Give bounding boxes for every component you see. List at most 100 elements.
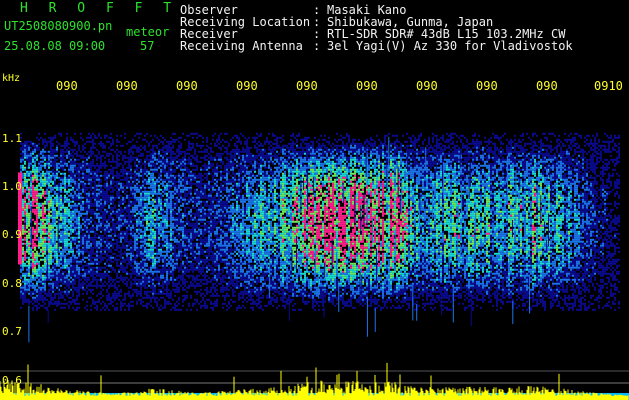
heatmap-cell: [152, 290, 154, 293]
heatmap-cell: [92, 132, 94, 135]
heatmap-cell: [120, 232, 122, 235]
heatmap-cell: [132, 268, 134, 271]
heatmap-cell: [116, 216, 118, 219]
heatmap-cell: [174, 288, 176, 291]
heatmap-cell: [60, 256, 62, 259]
heatmap-cell: [40, 238, 42, 241]
heatmap-cell: [44, 218, 46, 221]
heatmap-cell: [116, 286, 118, 289]
heatmap-cell: [162, 306, 164, 309]
heatmap-cell: [100, 190, 102, 193]
heatmap-cell: [100, 250, 102, 253]
heatmap-cell: [26, 246, 28, 249]
heatmap-cell: [86, 250, 88, 253]
heatmap-cell: [24, 150, 26, 153]
heatmap-cell: [64, 306, 66, 309]
heatmap-cell: [172, 268, 174, 271]
heatmap-cell: [94, 210, 96, 213]
heatmap-cell: [56, 166, 58, 169]
heatmap-cell: [134, 290, 136, 293]
heatmap-cell: [120, 252, 122, 255]
heatmap-cell: [180, 252, 182, 255]
heatmap-cell: [74, 218, 76, 221]
heatmap-cell: [94, 244, 96, 247]
heatmap-cell: [92, 190, 94, 193]
heatmap-cell: [142, 194, 144, 197]
heatmap-cell: [60, 194, 62, 197]
heatmap-cell: [166, 264, 168, 267]
heatmap-cell: [56, 272, 58, 275]
heatmap-cell: [104, 216, 106, 219]
heatmap-cell: [22, 260, 24, 263]
heatmap-cell: [90, 254, 92, 257]
heatmap-cell: [32, 252, 34, 255]
heatmap-cell: [70, 188, 72, 191]
heatmap-cell: [152, 186, 154, 189]
heatmap-cell: [112, 186, 114, 189]
heatmap-cell: [156, 162, 158, 165]
heatmap-cell: [180, 248, 182, 251]
heatmap-cell: [146, 262, 148, 265]
heatmap-cell: [46, 242, 48, 245]
heatmap-cell: [34, 230, 36, 233]
heatmap-cell: [132, 294, 134, 297]
heatmap-cell: [152, 164, 154, 167]
heatmap-cell: [42, 140, 44, 143]
heatmap-cell: [46, 250, 48, 253]
heatmap-cell: [180, 308, 182, 311]
heatmap-cell: [90, 260, 92, 263]
heatmap-cell: [62, 278, 64, 281]
heatmap-cell: [96, 282, 98, 285]
heatmap-cell: [154, 164, 156, 167]
heatmap-cell: [90, 268, 92, 271]
heatmap-cell: [180, 208, 182, 211]
heatmap-cell: [30, 184, 32, 187]
heatmap-cell: [54, 200, 56, 203]
heatmap-cell: [98, 208, 100, 211]
heatmap-cell: [174, 226, 176, 229]
heatmap-cell: [24, 262, 26, 265]
heatmap-cell: [20, 146, 22, 149]
heatmap-cell: [116, 186, 118, 189]
heatmap-cell: [112, 292, 114, 295]
heatmap-cell: [160, 268, 162, 271]
heatmap-cell: [24, 160, 26, 163]
heatmap-cell: [164, 276, 166, 279]
heatmap-cell: [140, 188, 142, 191]
heatmap-cell: [90, 274, 92, 277]
heatmap-cell: [150, 184, 152, 187]
heatmap-cell: [136, 282, 138, 285]
heatmap-cell: [152, 200, 154, 203]
heatmap-cell: [170, 272, 172, 275]
heatmap-cell: [126, 236, 128, 239]
heatmap-cell: [164, 214, 166, 217]
heatmap-cell: [80, 282, 82, 285]
heatmap-cell: [176, 282, 178, 285]
heatmap-cell: [46, 196, 48, 199]
heatmap-cell: [136, 266, 138, 269]
heatmap-cell: [180, 158, 182, 161]
heatmap-cell: [96, 304, 98, 307]
heatmap-cell: [132, 258, 134, 261]
heatmap-cell: [172, 232, 174, 235]
heatmap-cell: [90, 290, 92, 293]
heatmap-cell: [178, 166, 180, 169]
heatmap-cell: [46, 246, 48, 249]
heatmap-cell: [34, 260, 36, 263]
heatmap-cell: [42, 252, 44, 255]
heatmap-cell: [36, 232, 38, 235]
heatmap-cell: [126, 172, 128, 175]
heatmap-cell: [152, 162, 154, 165]
heatmap-cell: [148, 290, 150, 293]
heatmap-cell: [136, 272, 138, 275]
heatmap-cell: [60, 278, 62, 281]
heatmap-cell: [170, 278, 172, 281]
heatmap-cell: [52, 150, 54, 153]
heatmap-cell: [136, 292, 138, 295]
heatmap-cell: [38, 290, 40, 293]
heatmap-cell: [156, 266, 158, 269]
heatmap-cell: [118, 246, 120, 249]
heatmap-cell: [68, 184, 70, 187]
heatmap-cell: [40, 242, 42, 245]
heatmap-cell: [174, 284, 176, 287]
